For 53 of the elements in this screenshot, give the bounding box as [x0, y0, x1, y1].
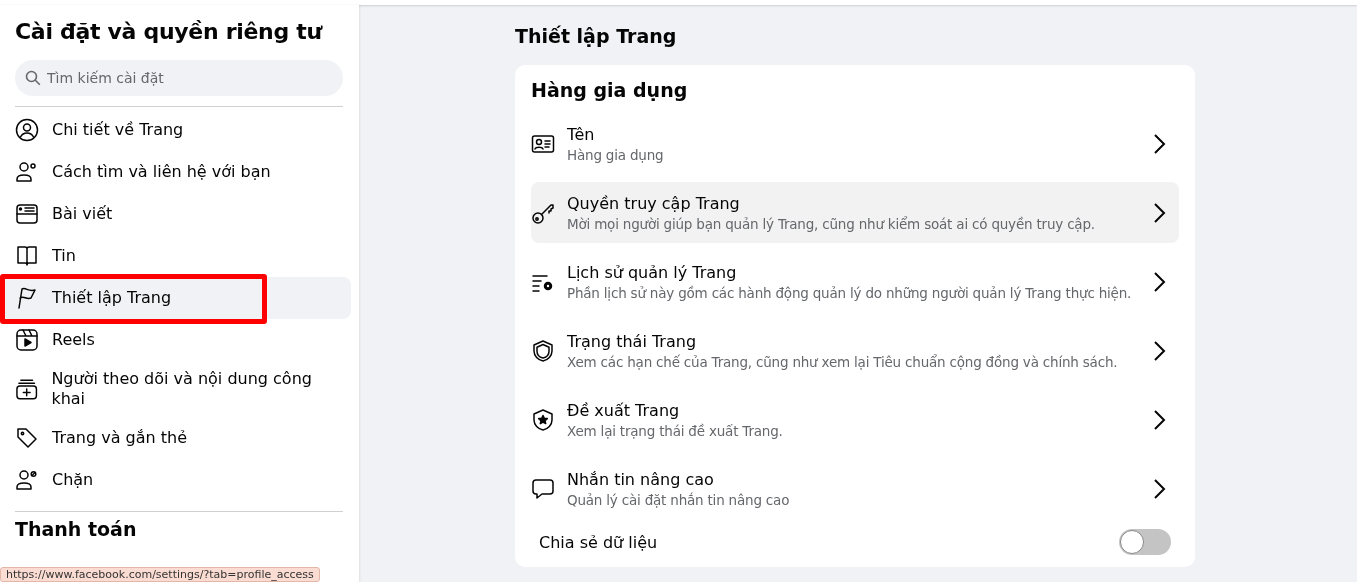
row-subtitle: Xem các hạn chế của Trang, cũng như xem lại Tiêu chuẩn cộng đồng và chính sách. — [567, 353, 1119, 370]
settings-row[interactable]: Tên Hàng gia dụng — [531, 113, 1179, 174]
chevron-right-icon — [1153, 408, 1167, 431]
chevron-right-icon — [1153, 201, 1167, 224]
sidebar-title: Cài đặt và quyền riêng tư — [15, 19, 324, 44]
chevron-right-icon — [1153, 339, 1167, 362]
shield-star-icon — [531, 407, 555, 432]
chevron-right-icon — [1153, 132, 1167, 155]
sidebar-item[interactable]: Chi tiết về Trang — [0, 109, 351, 151]
toggle-label: Chia sẻ dữ liệu — [539, 532, 658, 552]
sidebar-item[interactable]: Tin — [0, 235, 351, 277]
chevron-right-icon — [1153, 270, 1167, 293]
person-icon — [15, 160, 39, 184]
page-title: Thiết lập Trang — [515, 25, 678, 47]
toggle-switch[interactable] — [1119, 529, 1171, 555]
tag-icon — [15, 426, 39, 450]
row-subtitle: Xem lại trạng thái đề xuất Trang. — [567, 422, 784, 439]
settings-row[interactable]: Lịch sử quản lý Trang Phần lịch sử này gồm các hành động quản lý do những người quản lý Trang thực hiện. — [531, 251, 1179, 312]
row-subtitle: Phần lịch sử này gồm các hành động quản lý do những người quản lý Trang thực hiện. — [567, 284, 1133, 301]
person-circle-icon — [15, 118, 39, 142]
settings-row[interactable]: Nhắn tin nâng cao Quản lý cài đặt nhắn tin nâng cao — [531, 458, 1179, 519]
sidebar-item[interactable]: Bài viết — [0, 193, 351, 235]
row-title: Nhắn tin nâng cao — [567, 469, 715, 489]
sidebar-item[interactable]: Trang và gắn thẻ — [0, 417, 351, 459]
row-title: Tên — [567, 124, 596, 144]
post-icon — [15, 202, 39, 226]
row-title: Đề xuất Trang — [567, 400, 681, 420]
sidebar-item[interactable]: Reels — [0, 319, 351, 361]
sidebar-item[interactable]: Chặn — [0, 459, 351, 501]
card-title: Hàng gia dụng — [531, 79, 689, 101]
shield-icon — [531, 338, 555, 363]
flag-icon — [15, 286, 39, 310]
search-icon — [25, 70, 41, 86]
row-title: Lịch sử quản lý Trang — [567, 262, 738, 282]
speech-bubble-icon — [531, 476, 555, 501]
book-icon — [15, 244, 39, 268]
settings-row[interactable]: Trạng thái Trang Xem các hạn chế của Trang, cũng như xem lại Tiêu chuẩn cộng đồng và chính sách. — [531, 320, 1179, 381]
chevron-right-icon — [1153, 477, 1167, 500]
sidebar-item[interactable]: Người theo dõi và nội dung công khai — [0, 361, 351, 417]
sidebar-item[interactable]: Cách tìm và liên hệ với bạn — [0, 151, 351, 193]
reels-icon — [15, 328, 39, 352]
settings-row[interactable]: Quyền truy cập Trang Mời mọi người giúp bạn quản lý Trang, cũng như kiểm soát ai có quyền truy cập. — [531, 182, 1179, 243]
section-title: Thanh toán — [15, 518, 138, 540]
settings-row[interactable]: Đề xuất Trang Xem lại trạng thái đề xuất Trang. — [531, 389, 1179, 450]
status-url: https://www.facebook.com/settings/?tab=profile_access — [0, 567, 320, 582]
person-block-icon — [15, 468, 39, 492]
row-subtitle: Mời mọi người giúp bạn quản lý Trang, cũng như kiểm soát ai có quyền truy cập. — [567, 215, 1096, 232]
row-subtitle: Quản lý cài đặt nhắn tin nâng cao — [567, 491, 791, 508]
row-subtitle: Hàng gia dụng — [567, 146, 665, 163]
stack-plus-icon — [15, 377, 39, 401]
row-title: Quyền truy cập Trang — [567, 193, 741, 213]
row-title: Trạng thái Trang — [567, 331, 698, 351]
search-field[interactable]: Tìm kiếm cài đặt — [15, 60, 343, 96]
